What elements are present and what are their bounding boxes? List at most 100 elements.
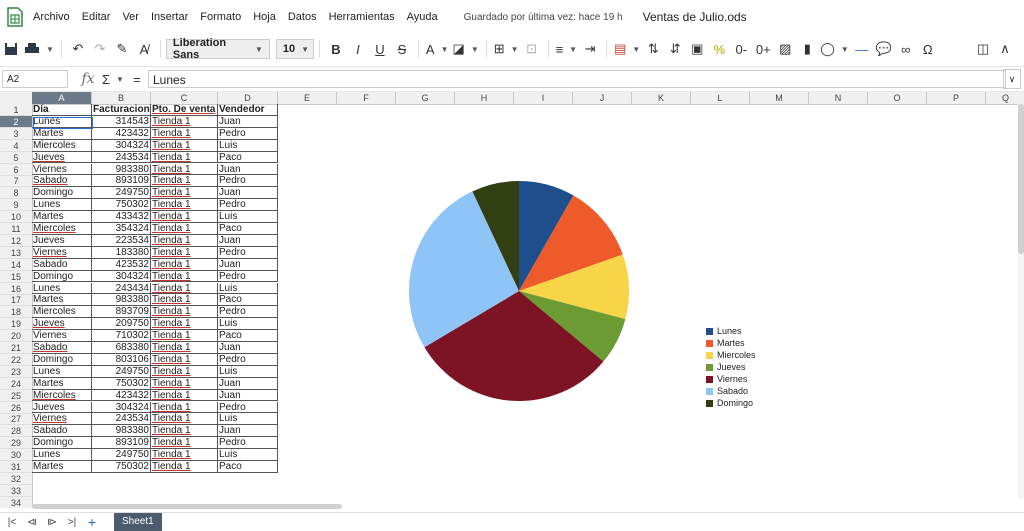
cell-b8[interactable]: 249750 (92, 187, 151, 200)
italic-button[interactable]: I (349, 38, 367, 60)
comment-icon[interactable]: 💬 (875, 38, 893, 60)
cell-b5[interactable]: 243534 (92, 151, 151, 164)
highlight-icon[interactable]: ◪ ▼ (453, 38, 479, 60)
formula-icon[interactable]: = (128, 68, 146, 90)
cell-c20[interactable]: Tienda 1 (151, 330, 218, 342)
cell-c18[interactable]: Tienda 1 (151, 306, 218, 319)
function-wizard-icon[interactable]: fx (76, 71, 100, 87)
cell-a31[interactable]: Martes (32, 461, 92, 473)
cell-a21[interactable]: Sabado (32, 342, 92, 354)
cell-d7[interactable]: Pedro (218, 175, 278, 188)
menu-datos[interactable]: Datos (288, 11, 317, 23)
cell-a2[interactable]: Lunes (32, 115, 92, 128)
wrap-text-icon[interactable]: ⇥ (581, 38, 599, 60)
cell-b18[interactable]: 893709 (92, 306, 151, 319)
cell-b3[interactable]: 423432 (92, 127, 151, 140)
cell-b26[interactable]: 304324 (92, 401, 151, 414)
cell-a9[interactable]: Lunes (32, 199, 92, 212)
cell-b23[interactable]: 249750 (92, 365, 151, 378)
column-header-j[interactable]: J (573, 92, 632, 104)
row-header-18[interactable]: 18 (0, 306, 32, 319)
menu-ver[interactable]: Ver (122, 11, 139, 23)
shapes-icon[interactable]: ◯ ▼ (820, 38, 848, 60)
cell-c8[interactable]: Tienda 1 (151, 187, 218, 200)
collapse-toolbar-icon[interactable]: ∧ (996, 38, 1014, 60)
cell-c16[interactable]: Tienda 1 (151, 282, 218, 295)
cell-d27[interactable]: Luis (218, 413, 278, 426)
cell-c6[interactable]: Tienda 1 (151, 163, 218, 176)
cell-a15[interactable]: Domingo (32, 270, 92, 283)
cell-b27[interactable]: 243534 (92, 413, 151, 426)
sidebar-toggle-icon[interactable]: ◫ (974, 38, 992, 60)
cell-a11[interactable]: Miercoles (32, 223, 92, 235)
row-header-19[interactable]: 19 (0, 318, 32, 331)
row-header-23[interactable]: 23 (0, 366, 32, 378)
column-header-c[interactable]: C (151, 92, 218, 104)
cell-d4[interactable]: Luis (218, 139, 278, 152)
cell-b7[interactable]: 893109 (92, 175, 151, 188)
prev-sheet-icon[interactable]: ⧏ (24, 517, 40, 528)
column-header-k[interactable]: K (632, 92, 691, 104)
cell-b12[interactable]: 223534 (92, 234, 151, 247)
cell-a18[interactable]: Miercoles (32, 306, 92, 319)
menu-insertar[interactable]: Insertar (151, 11, 188, 23)
cell-d29[interactable]: Pedro (218, 437, 278, 450)
cell-a25[interactable]: Miercoles (32, 389, 92, 402)
document-title[interactable]: Ventas de Julio.ods (643, 10, 747, 24)
cell-b2[interactable]: 314543 (92, 115, 151, 128)
cell-d8[interactable]: Juan (218, 187, 278, 200)
pie-chart[interactable]: Lunes Martes Miercoles Jueves Viernes Sabado D… (338, 174, 758, 414)
menu-formato[interactable]: Formato (200, 11, 241, 23)
clone-format-icon[interactable]: ✎ (113, 38, 131, 60)
row-header-30[interactable]: 30 (0, 449, 32, 462)
column-header-f[interactable]: F (337, 92, 396, 104)
cell-b28[interactable]: 983380 (92, 425, 151, 438)
cell-b25[interactable]: 423432 (92, 389, 151, 402)
cell-b4[interactable]: 304324 (92, 139, 151, 152)
row-header-10[interactable]: 10 (0, 211, 32, 224)
row-header-12[interactable]: 12 (0, 235, 32, 247)
next-sheet-icon[interactable]: ⧐ (44, 517, 60, 528)
cell-a5[interactable]: Jueves (32, 151, 92, 164)
cell-d22[interactable]: Pedro (218, 353, 278, 366)
column-header-n[interactable]: N (809, 92, 868, 104)
underline-button[interactable]: U (371, 38, 389, 60)
cell-c7[interactable]: Tienda 1 (151, 175, 218, 188)
cell-b29[interactable]: 893109 (92, 437, 151, 450)
cell-b30[interactable]: 249750 (92, 449, 151, 461)
vertical-scrollbar[interactable] (1018, 104, 1024, 499)
cell-a3[interactable]: Martes (32, 127, 92, 140)
row-header-2[interactable]: 2 (0, 115, 32, 128)
cell-d9[interactable]: Pedro (218, 199, 278, 212)
cell-b9[interactable]: 750302 (92, 199, 151, 212)
font-size-select[interactable]: 10 ▼ (275, 39, 314, 59)
cell-b21[interactable]: 683380 (92, 342, 151, 354)
line-icon[interactable]: — (853, 38, 871, 60)
menu-herramientas[interactable]: Herramientas (329, 11, 395, 23)
row-header-33[interactable]: 33 (0, 485, 32, 497)
cell-c2[interactable]: Tienda 1 (151, 115, 218, 128)
sum-icon[interactable]: Σ ▼ (102, 68, 124, 90)
cell-d12[interactable]: Juan (218, 234, 278, 247)
cell-c3[interactable]: Tienda 1 (151, 127, 218, 140)
decimal-remove-icon[interactable]: 0‐ (732, 38, 750, 60)
row-header-22[interactable]: 22 (0, 354, 32, 366)
cell-c26[interactable]: Tienda 1 (151, 401, 218, 414)
percent-button[interactable]: % (710, 38, 728, 60)
cell-c28[interactable]: Tienda 1 (151, 425, 218, 438)
cell-d18[interactable]: Pedro (218, 306, 278, 319)
bold-button[interactable]: B (327, 38, 345, 60)
horizontal-scrollbar[interactable] (32, 504, 342, 509)
column-header-a[interactable]: A (32, 92, 92, 104)
cell-c29[interactable]: Tienda 1 (151, 437, 218, 450)
decimal-add-icon[interactable]: 0+ (754, 38, 772, 60)
cell-a23[interactable]: Lunes (32, 365, 92, 378)
row-header-7[interactable]: 7 (0, 175, 32, 188)
cell-d30[interactable]: Luis (218, 449, 278, 461)
cell-b10[interactable]: 433432 (92, 211, 151, 223)
row-header-15[interactable]: 15 (0, 271, 32, 283)
merge-cells-icon[interactable]: ⊡ (523, 38, 541, 60)
chevron-down-icon[interactable]: ▼ (46, 45, 54, 54)
menu-hoja[interactable]: Hoja (253, 11, 276, 23)
cell-a13[interactable]: Viernes (32, 246, 92, 259)
